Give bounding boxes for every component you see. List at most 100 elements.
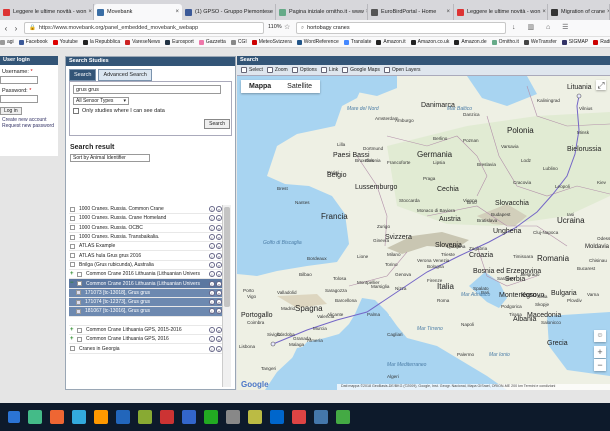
tab-search[interactable]: Search <box>69 69 97 81</box>
toolbar-icons[interactable]: ↓ ▥ ⌂ ☰ <box>512 23 573 31</box>
zoom-out-icon[interactable]: − <box>594 359 606 371</box>
options-tool[interactable]: Options <box>291 67 317 73</box>
browser-tab[interactable]: Leggere le ultime novità - won × <box>454 4 548 20</box>
result-checkbox[interactable] <box>70 225 75 231</box>
info-icon[interactable]: i <box>209 206 215 213</box>
bookmark-item[interactable]: Radio 2 <box>593 39 610 45</box>
search-query-input[interactable]: grus grus <box>73 85 221 94</box>
result-checkbox[interactable] <box>70 346 75 352</box>
result-row[interactable]: 1000 Cranes. Russia. Transbaikalia. i ⌕ <box>69 233 222 243</box>
result-checkbox[interactable] <box>70 215 75 221</box>
search-bar[interactable]: ⌕ hortobagy cranes <box>296 22 506 34</box>
result-row[interactable]: ATLAS Example i ⌕ <box>69 242 222 252</box>
expand-icon[interactable]: − <box>70 280 75 286</box>
bookmark-item[interactable]: MeteoSvizzera <box>251 39 292 45</box>
taskbar-app-icon[interactable] <box>50 410 64 424</box>
result-row[interactable]: + Common Crane 2016 Lithuania (Lithuanian… <box>69 270 222 280</box>
taskbar-app-icon[interactable] <box>160 410 174 424</box>
bookmark-item[interactable]: Amazon.co.uk <box>410 39 449 45</box>
zoom-level[interactable]: 110% <box>268 24 282 30</box>
link-tool[interactable]: Link <box>320 67 338 73</box>
browser-tab[interactable]: EuroBirdPortal - Home × <box>368 4 454 20</box>
result-row[interactable]: − Common Crane 2016 Lithuania (Lithuanian… <box>69 279 222 289</box>
info-icon[interactable]: i <box>209 215 215 222</box>
result-row[interactable]: 1000 Cranes. Russia. Common Crane i ⌕ <box>69 205 222 215</box>
windows-start-icon[interactable] <box>8 411 20 423</box>
map-type-satellite[interactable]: Satellite <box>279 80 320 93</box>
taskbar-app-icon[interactable] <box>270 410 284 424</box>
result-row[interactable]: + Common Crane Lithuania GPS, 2016 i ⌕ <box>69 335 222 345</box>
result-scrollbar[interactable] <box>222 205 231 387</box>
taskbar-app-icon[interactable] <box>248 410 262 424</box>
result-checkbox[interactable] <box>70 243 75 249</box>
request-password-link[interactable]: Request new password <box>2 123 58 129</box>
scroll-thumb[interactable] <box>224 207 230 307</box>
info-icon[interactable]: i <box>209 308 215 315</box>
result-checkbox[interactable] <box>76 290 81 296</box>
taskbar-app-icon[interactable] <box>182 410 196 424</box>
search-button[interactable]: Search <box>204 119 230 129</box>
taskbar-app-icon[interactable] <box>28 410 42 424</box>
info-icon[interactable]: i <box>209 280 215 287</box>
result-checkbox[interactable] <box>70 253 75 259</box>
result-row[interactable]: 1000 Cranes. Russia. Crane Homeland i ⌕ <box>69 214 222 224</box>
bookmark-item[interactable]: Facebook <box>18 39 48 45</box>
browser-tab[interactable]: Pagina iniziale ornitho.it - www× <box>276 4 368 20</box>
result-row[interactable]: 171073 [tc-13018], Grus grus i ⌕ <box>69 288 222 298</box>
map-type-map[interactable]: Mappa <box>241 80 279 93</box>
close-icon[interactable]: × <box>540 9 546 15</box>
expand-icon[interactable]: + <box>70 336 75 342</box>
result-checkbox[interactable] <box>77 327 82 333</box>
pegman-icon[interactable]: ☺ <box>594 330 606 342</box>
bookmark-item[interactable]: SIGMAP <box>561 39 588 45</box>
only-visible-checkbox-row[interactable]: Only studies where I can see data <box>73 108 228 114</box>
bookmark-item[interactable]: WordReference <box>296 39 339 45</box>
info-icon[interactable]: i <box>209 224 215 231</box>
info-icon[interactable]: i <box>209 271 215 278</box>
taskbar-app-icon[interactable] <box>204 410 218 424</box>
close-icon[interactable]: × <box>173 9 179 15</box>
result-checkbox[interactable] <box>76 299 81 305</box>
sort-select[interactable]: Sort by Animal Identifier <box>70 154 150 162</box>
result-checkbox[interactable] <box>70 262 75 268</box>
bookmark-item[interactable]: Amazon.de <box>454 39 487 45</box>
bookmark-item[interactable]: CGI <box>230 39 247 45</box>
sensor-type-select[interactable]: All Sensor Types ▾ <box>73 97 129 105</box>
result-checkbox[interactable] <box>77 281 82 287</box>
close-icon[interactable]: × <box>605 9 609 15</box>
result-row[interactable]: 171074 [tc-12373], Grus grus i ⌕ <box>69 297 222 308</box>
zoom-tool[interactable]: Zoom <box>266 67 288 73</box>
bookmark-item[interactable]: WeTransfer <box>523 39 557 45</box>
taskbar-app-icon[interactable] <box>336 410 350 424</box>
tab-advanced-search[interactable]: Advanced Search <box>98 69 152 81</box>
bookmark-item[interactable]: Youtube <box>52 39 78 45</box>
browser-tab[interactable]: Migration of crane× <box>548 4 610 20</box>
bookmark-item[interactable]: Gazzetta <box>198 39 226 45</box>
result-row[interactable]: Bnilga (Grus rubicunda), Australia i ⌕ <box>69 261 222 271</box>
map-canvas[interactable]: Mappa Satellite ⤢ + − ☺ Lituania Polonia G… <box>237 76 610 390</box>
select-tool[interactable]: Select <box>241 67 263 73</box>
route-end-marker[interactable] <box>576 93 582 99</box>
bookmark-item[interactable]: agi <box>0 39 14 45</box>
result-row[interactable]: ATLAS hula Grus grus 2016 i ⌕ <box>69 251 222 261</box>
username-field[interactable] <box>0 76 38 84</box>
google-maps-tool[interactable]: Google Maps <box>342 67 380 73</box>
bookmark-item[interactable]: Translate <box>343 39 371 45</box>
taskbar-app-icon[interactable] <box>138 410 152 424</box>
browser-tab[interactable]: Movebank × <box>94 4 182 20</box>
info-icon[interactable]: i <box>209 345 215 352</box>
info-icon[interactable]: i <box>209 327 215 333</box>
browser-tab[interactable]: (1) GPSO - Gruppo Piemontese× <box>182 4 276 20</box>
result-checkbox[interactable] <box>70 206 75 212</box>
info-icon[interactable]: i <box>209 252 215 259</box>
result-row[interactable]: 1000 Cranes. Russia. OCBC i ⌕ <box>69 224 222 233</box>
taskbar-app-icon[interactable] <box>226 410 240 424</box>
expand-icon[interactable]: + <box>70 327 75 333</box>
zoom-in-icon[interactable]: + <box>594 346 606 358</box>
checkbox[interactable] <box>73 108 79 114</box>
info-icon[interactable]: i <box>209 234 215 241</box>
bookmark-item[interactable]: Amazon.it <box>376 39 406 45</box>
result-row[interactable]: + Common Crane Lithuania GPS, 2015-2016 i ⌕ <box>69 326 222 336</box>
login-button[interactable]: Log in <box>0 107 22 115</box>
url-bar[interactable]: 🔒 https://www.movebank.org/panel_embedded… <box>24 22 264 34</box>
